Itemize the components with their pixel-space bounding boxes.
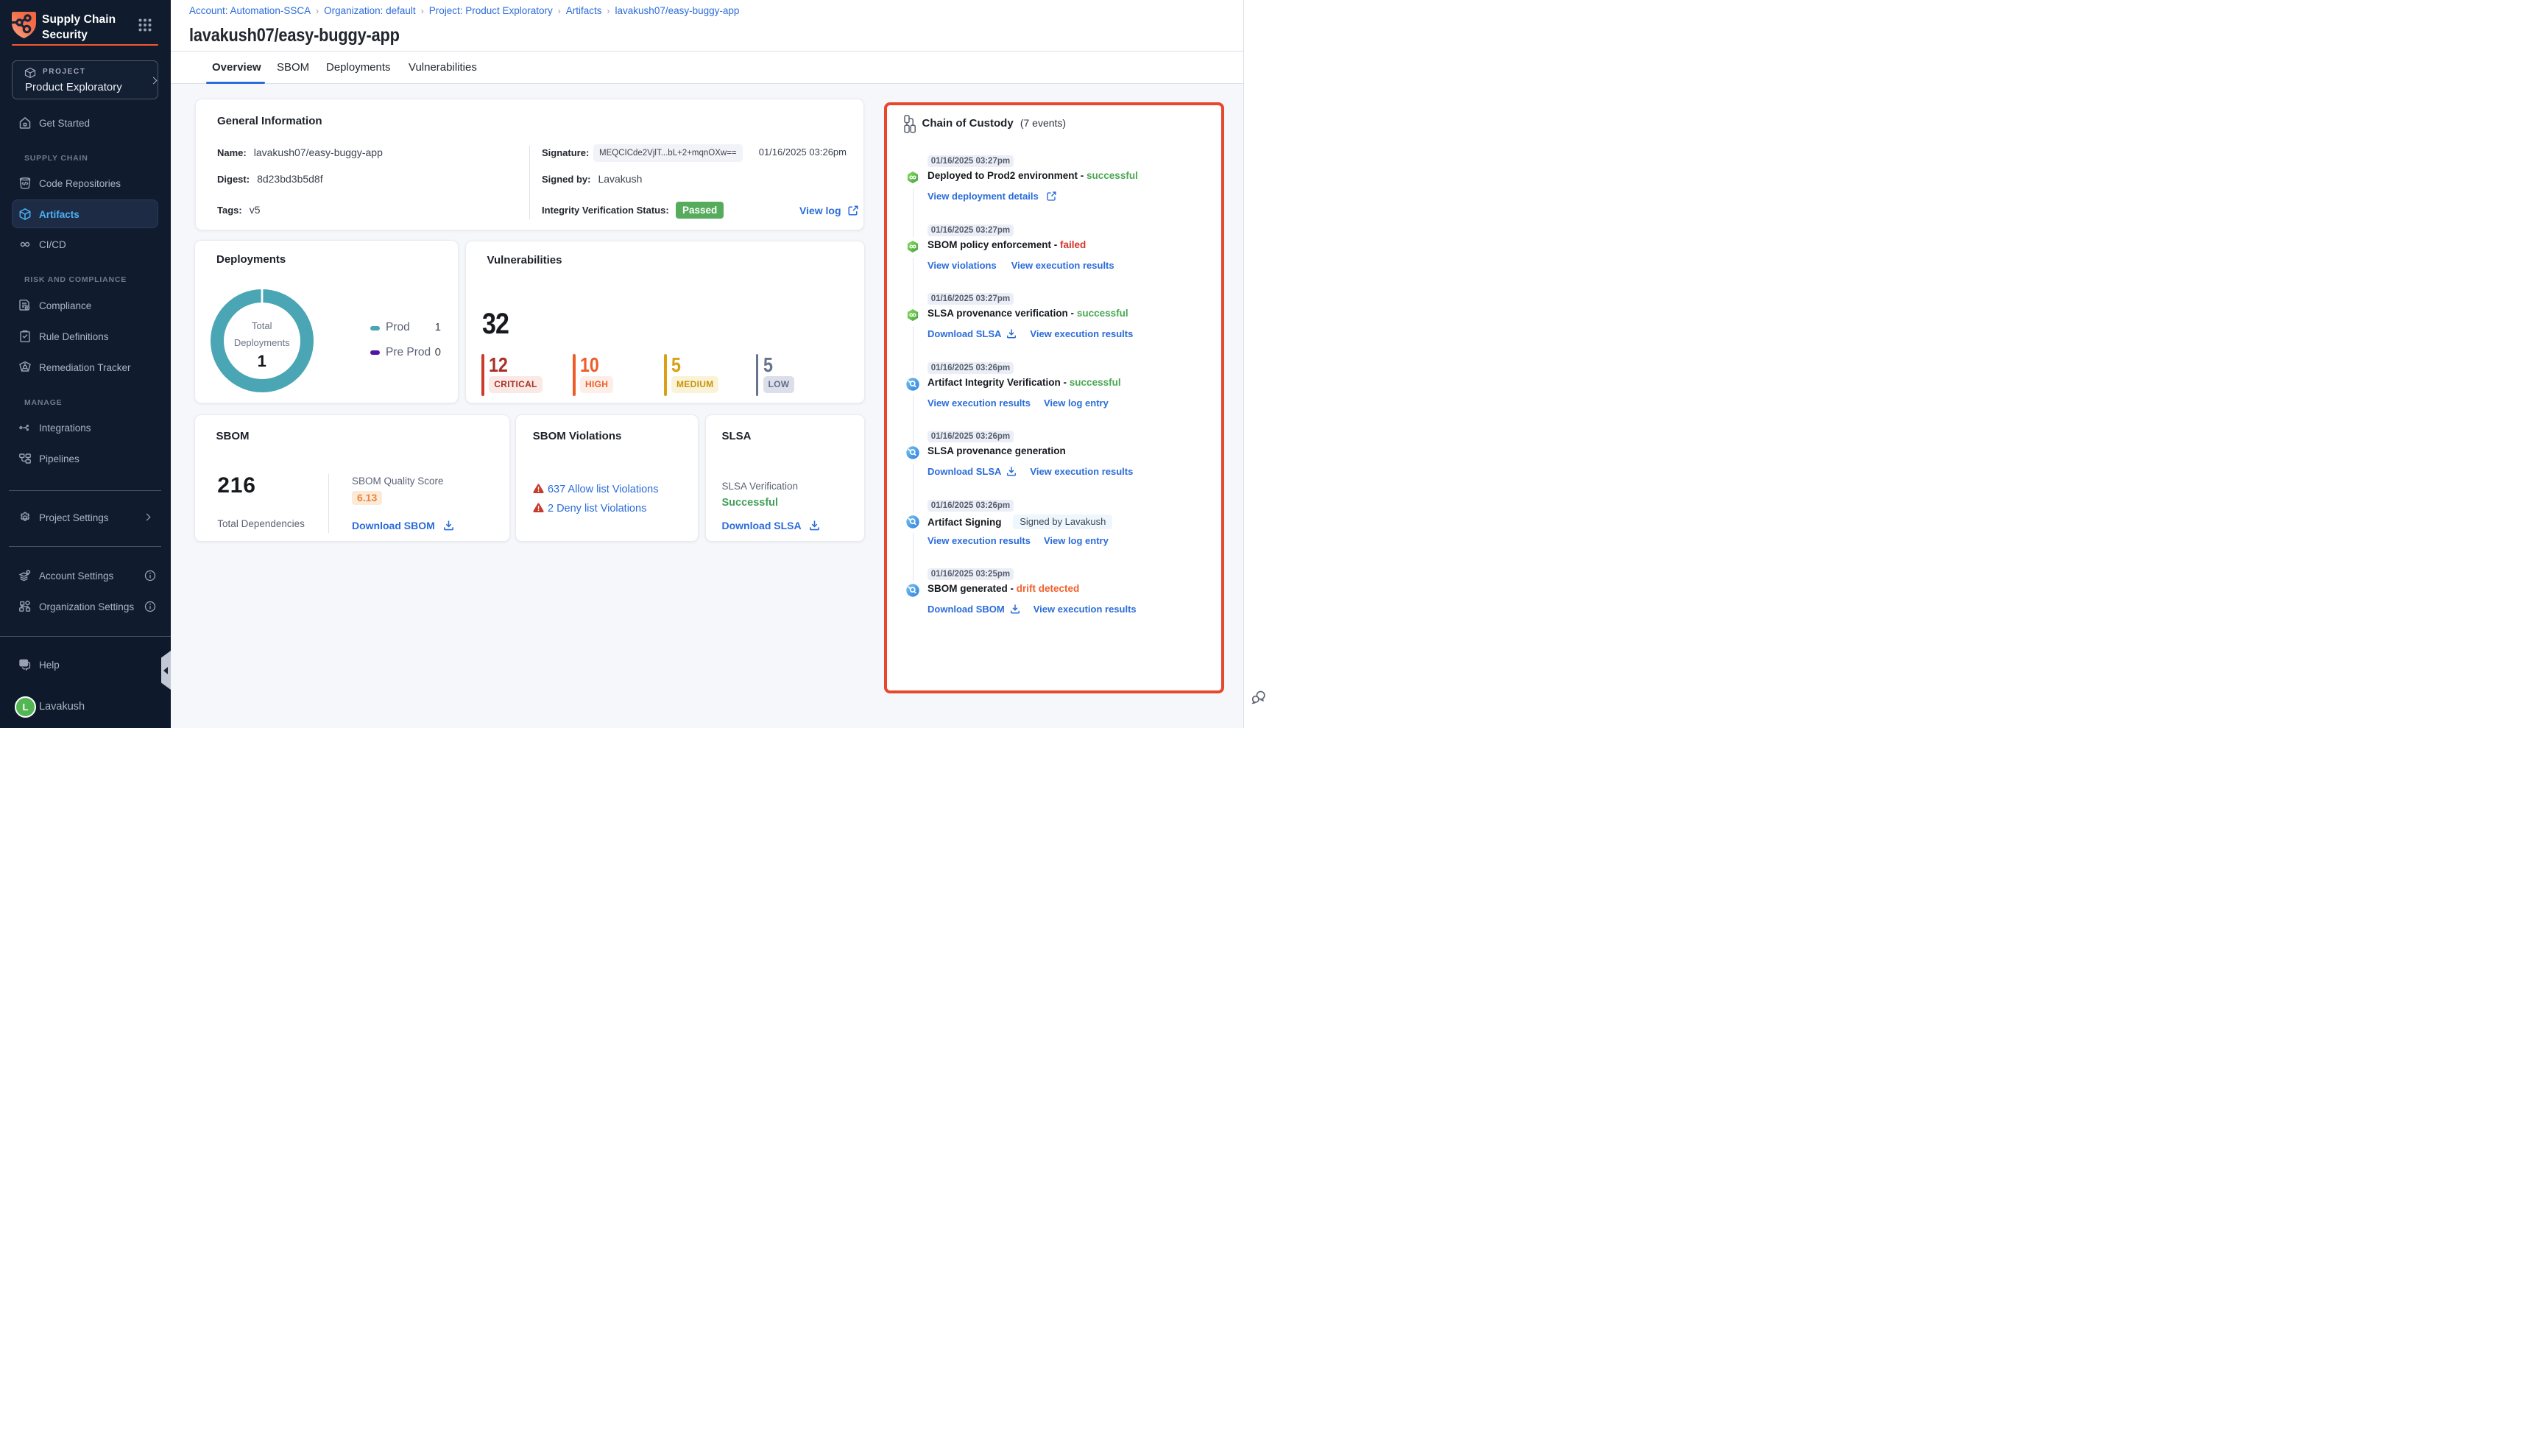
svg-text:?: ? [22,660,26,666]
